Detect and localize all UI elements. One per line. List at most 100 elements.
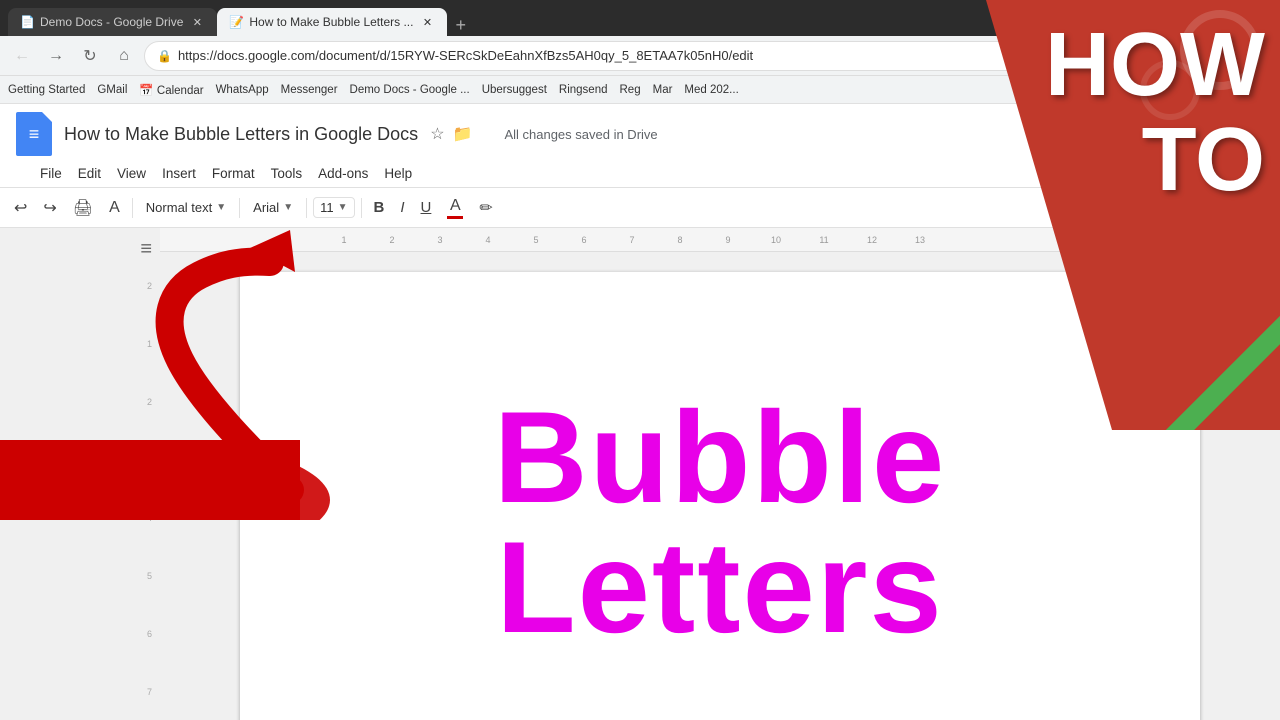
nav-bar: ← → ↻ ⌂ 🔒 https://docs.google.com/docume…: [0, 36, 1280, 76]
bookmark-ringsend[interactable]: Ringsend: [559, 84, 608, 96]
font-select[interactable]: Arial ▼: [246, 197, 300, 218]
tab-2[interactable]: 📝 How to Make Bubble Letters ... ✕: [217, 8, 447, 36]
reload-button[interactable]: ↻: [76, 42, 104, 70]
tab-1-icon: 📄: [20, 15, 34, 29]
docs-app: ≡ How to Make Bubble Letters in Google D…: [0, 104, 1280, 720]
page-wrapper: Bubble Letters: [160, 252, 1280, 720]
bookmark-getting-started[interactable]: Getting Started: [8, 84, 85, 96]
bookmark-med[interactable]: Med 202...: [684, 84, 738, 96]
ruler-7: 7: [608, 235, 656, 245]
home-button[interactable]: ⌂: [110, 42, 138, 70]
ruler-side-5: 5: [147, 571, 152, 581]
ruler-5: 5: [512, 235, 560, 245]
print-button[interactable]: 🖨: [67, 194, 99, 222]
doc-area: 1 2 3 4 5 6 7 8 9 10 11 12 13 Bubble Let…: [160, 228, 1280, 720]
tab-2-close[interactable]: ✕: [419, 14, 435, 30]
docs-title-icons: ☆ 📁: [430, 124, 472, 144]
sidebar-left: ≡ 2 1 2 3 4 5 6 7: [0, 228, 160, 720]
document-page[interactable]: Bubble Letters: [240, 272, 1200, 720]
menu-addons[interactable]: Add-ons: [310, 162, 376, 185]
bookmark-mar[interactable]: Mar: [653, 84, 673, 96]
text-style-value: Normal text: [146, 200, 212, 215]
menu-format[interactable]: Format: [204, 162, 263, 185]
tab-1[interactable]: 📄 Demo Docs - Google Drive ✕: [8, 8, 217, 36]
sidebar-doc-icon[interactable]: ≡: [140, 238, 152, 261]
menu-help[interactable]: Help: [376, 162, 420, 185]
folder-icon[interactable]: 📁: [453, 124, 473, 144]
font-arrow: ▼: [283, 202, 293, 213]
docs-logo-lines: ≡: [29, 124, 40, 145]
ruler-4: 4: [464, 235, 512, 245]
font-size-value: 11: [320, 200, 334, 215]
bookmark-whatsapp[interactable]: WhatsApp: [216, 84, 269, 96]
ruler-12: 12: [848, 235, 896, 245]
font-size-select[interactable]: 11 ▼: [313, 197, 354, 218]
bookmarks-bar: Getting Started GMail 📅 Calendar WhatsAp…: [0, 76, 1280, 104]
text-style-select[interactable]: Normal text ▼: [139, 197, 233, 218]
ruler-side-2: 2: [147, 281, 152, 291]
ruler-1: 1: [320, 235, 368, 245]
tab-bar: 📄 Demo Docs - Google Drive ✕ 📝 How to Ma…: [0, 0, 1280, 36]
bold-button[interactable]: B: [368, 195, 391, 220]
menu-edit[interactable]: Edit: [70, 162, 109, 185]
docs-toolbar: ↩ ↪ 🖨 A Normal text ▼ Arial ▼ 11 ▼ B I U…: [0, 188, 1280, 228]
font-value: Arial: [253, 200, 279, 215]
undo-button[interactable]: ↩: [8, 194, 33, 222]
star-icon[interactable]: ☆: [430, 124, 444, 144]
bookmark-demodocs[interactable]: Demo Docs - Google ...: [350, 84, 470, 96]
bookmark-gmail[interactable]: GMail: [97, 84, 127, 96]
bookmark-reg[interactable]: Reg: [620, 84, 641, 96]
ruler-2: 2: [368, 235, 416, 245]
tab-1-title: Demo Docs - Google Drive: [40, 15, 183, 29]
saved-status: All changes saved in Drive: [504, 127, 657, 142]
forward-button[interactable]: →: [42, 42, 70, 70]
bookmark-calendar[interactable]: 📅 Calendar: [139, 83, 203, 97]
ruler-8: 8: [656, 235, 704, 245]
text-color-bar: [447, 216, 463, 219]
menu-file[interactable]: File: [32, 162, 70, 185]
ruler-side-1: 1: [147, 339, 152, 349]
menu-tools[interactable]: Tools: [263, 162, 311, 185]
ruler-13: 13: [896, 235, 944, 245]
lock-icon: 🔒: [157, 49, 172, 63]
ruler-horizontal: 1 2 3 4 5 6 7 8 9 10 11 12 13: [160, 228, 1280, 252]
browser-chrome: 📄 Demo Docs - Google Drive ✕ 📝 How to Ma…: [0, 0, 1280, 104]
italic-button[interactable]: I: [394, 195, 410, 220]
tab-1-close[interactable]: ✕: [189, 14, 205, 30]
ruler-side-3: 3: [147, 455, 152, 465]
toolbar-sep-4: [361, 198, 362, 218]
bookmark-ubersuggest[interactable]: Ubersuggest: [482, 84, 547, 96]
ruler-side-6: 6: [147, 629, 152, 639]
docs-body: ≡ 2 1 2 3 4 5 6 7 1 2 3 4 5 6 7 8: [0, 228, 1280, 720]
ruler-3: 3: [416, 235, 464, 245]
back-button[interactable]: ←: [8, 42, 36, 70]
tab-2-title: How to Make Bubble Letters ...: [249, 15, 413, 29]
tab-2-icon: 📝: [229, 15, 243, 29]
address-bar[interactable]: 🔒 https://docs.google.com/document/d/15R…: [144, 41, 1272, 71]
docs-logo: ≡: [16, 112, 52, 156]
ruler-11: 11: [800, 235, 848, 245]
font-size-arrow: ▼: [338, 202, 348, 213]
menu-view[interactable]: View: [109, 162, 154, 185]
text-color-letter: A: [450, 197, 461, 215]
docs-header: ≡ How to Make Bubble Letters in Google D…: [0, 104, 1280, 188]
text-color-button[interactable]: A: [441, 193, 469, 223]
toolbar-sep-3: [306, 198, 307, 218]
ruler-side-4: 4: [147, 513, 152, 523]
document-title[interactable]: How to Make Bubble Letters in Google Doc…: [64, 124, 418, 145]
underline-button[interactable]: U: [415, 195, 438, 220]
ruler-side-7: 7: [147, 687, 152, 697]
ruler-6: 6: [560, 235, 608, 245]
new-tab-button[interactable]: +: [447, 15, 474, 36]
menu-insert[interactable]: Insert: [154, 162, 204, 185]
address-text: https://docs.google.com/document/d/15RYW…: [178, 48, 1259, 63]
bubble-letters-text: Bubble Letters: [320, 392, 1120, 652]
ruler-10: 10: [752, 235, 800, 245]
text-color-btn-inner: A: [447, 197, 463, 219]
docs-title-row: ≡ How to Make Bubble Letters in Google D…: [16, 112, 1264, 160]
docs-menu: File Edit View Insert Format Tools Add-o…: [16, 160, 1264, 187]
redo-button[interactable]: ↪: [37, 194, 62, 222]
bookmark-messenger[interactable]: Messenger: [281, 84, 338, 96]
highlight-button[interactable]: ✏: [473, 194, 498, 222]
paint-format-button[interactable]: A: [103, 195, 126, 221]
